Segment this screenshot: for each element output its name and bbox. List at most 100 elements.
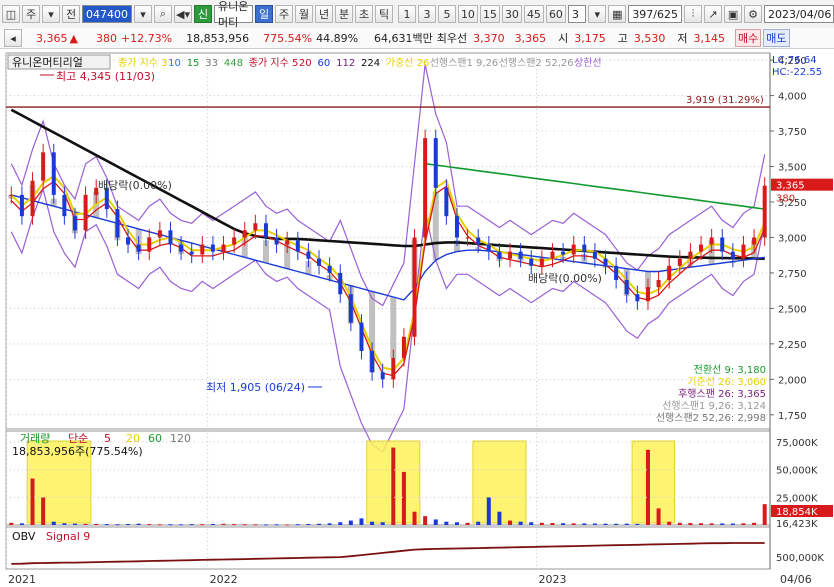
volume-last-tag: 18,854K — [776, 507, 818, 518]
interval-buttons: 1 3 5 10 15 30 45 60 — [396, 5, 566, 23]
y-tick-label: 2,250 — [778, 340, 807, 351]
candle-body — [179, 244, 184, 252]
volume-bar — [741, 523, 746, 525]
candle-body — [200, 244, 205, 255]
volume-bar — [338, 522, 343, 525]
indicator-icon[interactable]: ↗ — [704, 5, 723, 23]
current-price: 3,365 — [36, 31, 68, 45]
volume-bar — [412, 511, 417, 525]
volume-bar — [614, 523, 619, 525]
volume-bar — [41, 497, 46, 525]
candle-body — [19, 194, 24, 217]
candle-body — [688, 251, 693, 259]
candle-body — [550, 251, 555, 259]
ichimoku-cloud-segment — [390, 297, 397, 359]
legend-exp-label: 종가 지수 5 — [249, 57, 299, 69]
chart-menu-icon[interactable]: ◫ — [2, 5, 20, 23]
interval-button-30[interactable]: 30 — [501, 5, 522, 23]
obv-panel — [5, 526, 771, 570]
candle-body — [614, 265, 619, 281]
volume-bar — [730, 523, 735, 525]
volume-bar — [486, 497, 491, 525]
interval-button-3[interactable]: 3 — [417, 5, 436, 23]
interval-button-5[interactable]: 5 — [437, 5, 456, 23]
volume-current: 18,853,956주(775.54%) — [12, 445, 143, 458]
code-dropdown-icon[interactable]: ▾ — [134, 5, 152, 23]
best-bid: 3,365 — [514, 31, 547, 45]
lock-icon[interactable]: ▦ — [608, 5, 627, 23]
candle-body — [709, 237, 714, 245]
period-tab-5[interactable]: 초 — [355, 5, 374, 23]
save-icon[interactable]: ▣ — [724, 5, 743, 23]
period-tab-3[interactable]: 년 — [315, 5, 334, 23]
hc-label: HC:-22.55 — [772, 67, 822, 78]
period-tab-2[interactable]: 월 — [295, 5, 314, 23]
period-type-select[interactable]: 주 — [22, 5, 40, 23]
chart-canvas[interactable]: 1,7502,0002,2502,5002,7503,0003,2503,500… — [0, 49, 834, 587]
high-label: 고 — [617, 32, 628, 45]
interval-button-10[interactable]: 10 — [457, 5, 478, 23]
volume-bar — [476, 521, 481, 525]
candle-body — [444, 187, 449, 217]
settings-icon[interactable]: ⚙ — [744, 5, 763, 23]
candle-body — [30, 180, 35, 217]
volume-bar — [253, 524, 258, 526]
candle-body — [603, 258, 608, 266]
period-tab-0[interactable]: 일 — [255, 5, 274, 23]
sell-button[interactable]: 매도 — [763, 29, 790, 47]
speaker-icon[interactable]: ◀▾ — [174, 5, 192, 23]
interval-button-15[interactable]: 15 — [479, 5, 500, 23]
search-icon[interactable]: ⌕ — [154, 5, 172, 23]
legend-simple-10: 10 — [168, 58, 181, 69]
volume-bar — [571, 523, 576, 525]
candle-body — [730, 251, 735, 259]
candle-body — [465, 237, 470, 239]
period-tab-1[interactable]: 주 — [275, 5, 294, 23]
volume-tick-label: 50,000K — [776, 466, 818, 477]
volume-avg-tag: 16,423K — [776, 519, 818, 530]
candle-body — [412, 237, 417, 337]
dropdown-icon[interactable]: ▾ — [42, 5, 60, 23]
volume-bar — [263, 524, 268, 526]
candle-body — [274, 237, 279, 245]
interval-button-60[interactable]: 60 — [545, 5, 566, 23]
candle-body — [210, 244, 215, 252]
candle-settings-icon[interactable]: ⫶ — [684, 5, 703, 23]
interval-dropdown-icon[interactable]: ▾ — [588, 5, 607, 23]
open-label: 시 — [558, 32, 569, 45]
legend-span2: 선행스팬2 52,26 — [499, 57, 574, 69]
volume-bar — [168, 524, 173, 526]
stock-name-field[interactable]: 유니온머티 — [214, 0, 254, 29]
lc-label: LC:76.64 — [772, 55, 817, 66]
interval-button-45[interactable]: 45 — [523, 5, 544, 23]
volume-bar — [624, 523, 629, 525]
legend-exp-112: 112 — [336, 58, 355, 69]
volume-bar — [94, 524, 99, 526]
best-ask-label: 최우선 — [436, 32, 468, 45]
date-field[interactable]: 2023/04/06 — [764, 5, 834, 23]
interval-input[interactable]: 3 — [567, 5, 587, 23]
high-price: 3,530 — [633, 31, 666, 45]
period-tab-6[interactable]: 틱 — [375, 5, 394, 23]
bar-count-field[interactable]: 397/625 — [628, 5, 683, 23]
candle-body — [699, 244, 704, 252]
candle-body — [401, 336, 406, 359]
volume-bar — [295, 524, 300, 526]
volume-panel-title: 거래량 — [20, 432, 50, 445]
view-mode-button[interactable]: 전 — [62, 5, 80, 23]
volume-bar — [709, 523, 714, 525]
candle-body — [221, 244, 226, 252]
low-price: 3,145 — [693, 31, 726, 45]
candle-body — [762, 185, 767, 238]
candle-body — [285, 240, 290, 245]
buy-button[interactable]: 매수 — [735, 29, 762, 47]
obv-panel-title: OBV — [12, 530, 36, 543]
period-tab-4[interactable]: 분 — [335, 5, 354, 23]
volume-legend-120: 120 — [170, 432, 191, 445]
candle-body — [168, 230, 173, 245]
candle-body — [741, 244, 746, 259]
expand-icon[interactable]: ◂ — [4, 29, 22, 47]
interval-button-1[interactable]: 1 — [397, 5, 416, 23]
stock-code-input[interactable]: 047400 — [82, 5, 132, 23]
volume-bar — [72, 523, 77, 525]
